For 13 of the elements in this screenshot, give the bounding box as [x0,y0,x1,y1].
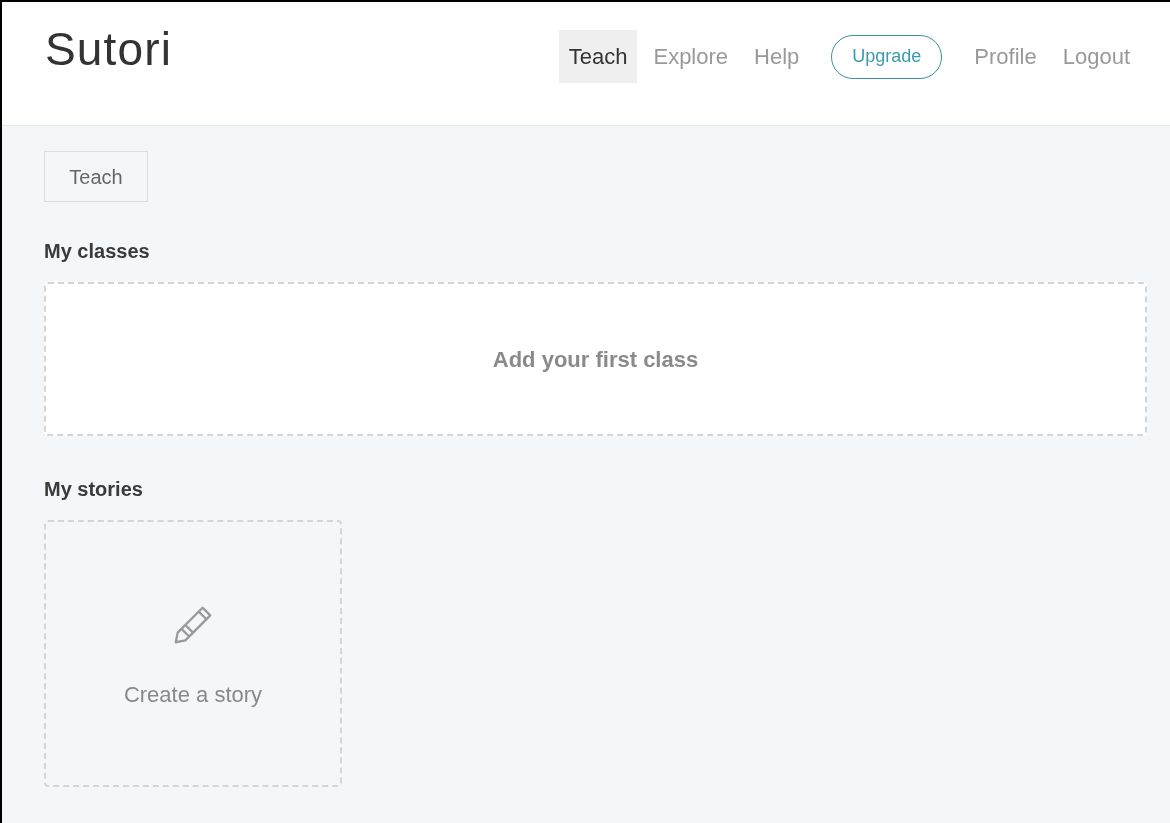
nav-link[interactable]: Profile [964,30,1047,83]
add-class-card[interactable]: Add your first class [44,282,1147,436]
add-class-label: Add your first class [492,345,699,374]
create-story-label: Create a story [123,681,263,709]
nav-link[interactable]: Teach [558,30,638,83]
nav-link[interactable]: Help [744,30,810,83]
create-story-card[interactable]: Create a story [44,520,342,787]
section-heading: My stories [44,477,144,502]
nav-link[interactable]: Explore [643,30,739,83]
section-heading: My classes [44,239,151,264]
breadcrumb-button[interactable]: Teach [44,151,148,202]
logo[interactable]: Sutori [45,15,173,84]
nav-link[interactable]: Logout [1052,30,1140,83]
